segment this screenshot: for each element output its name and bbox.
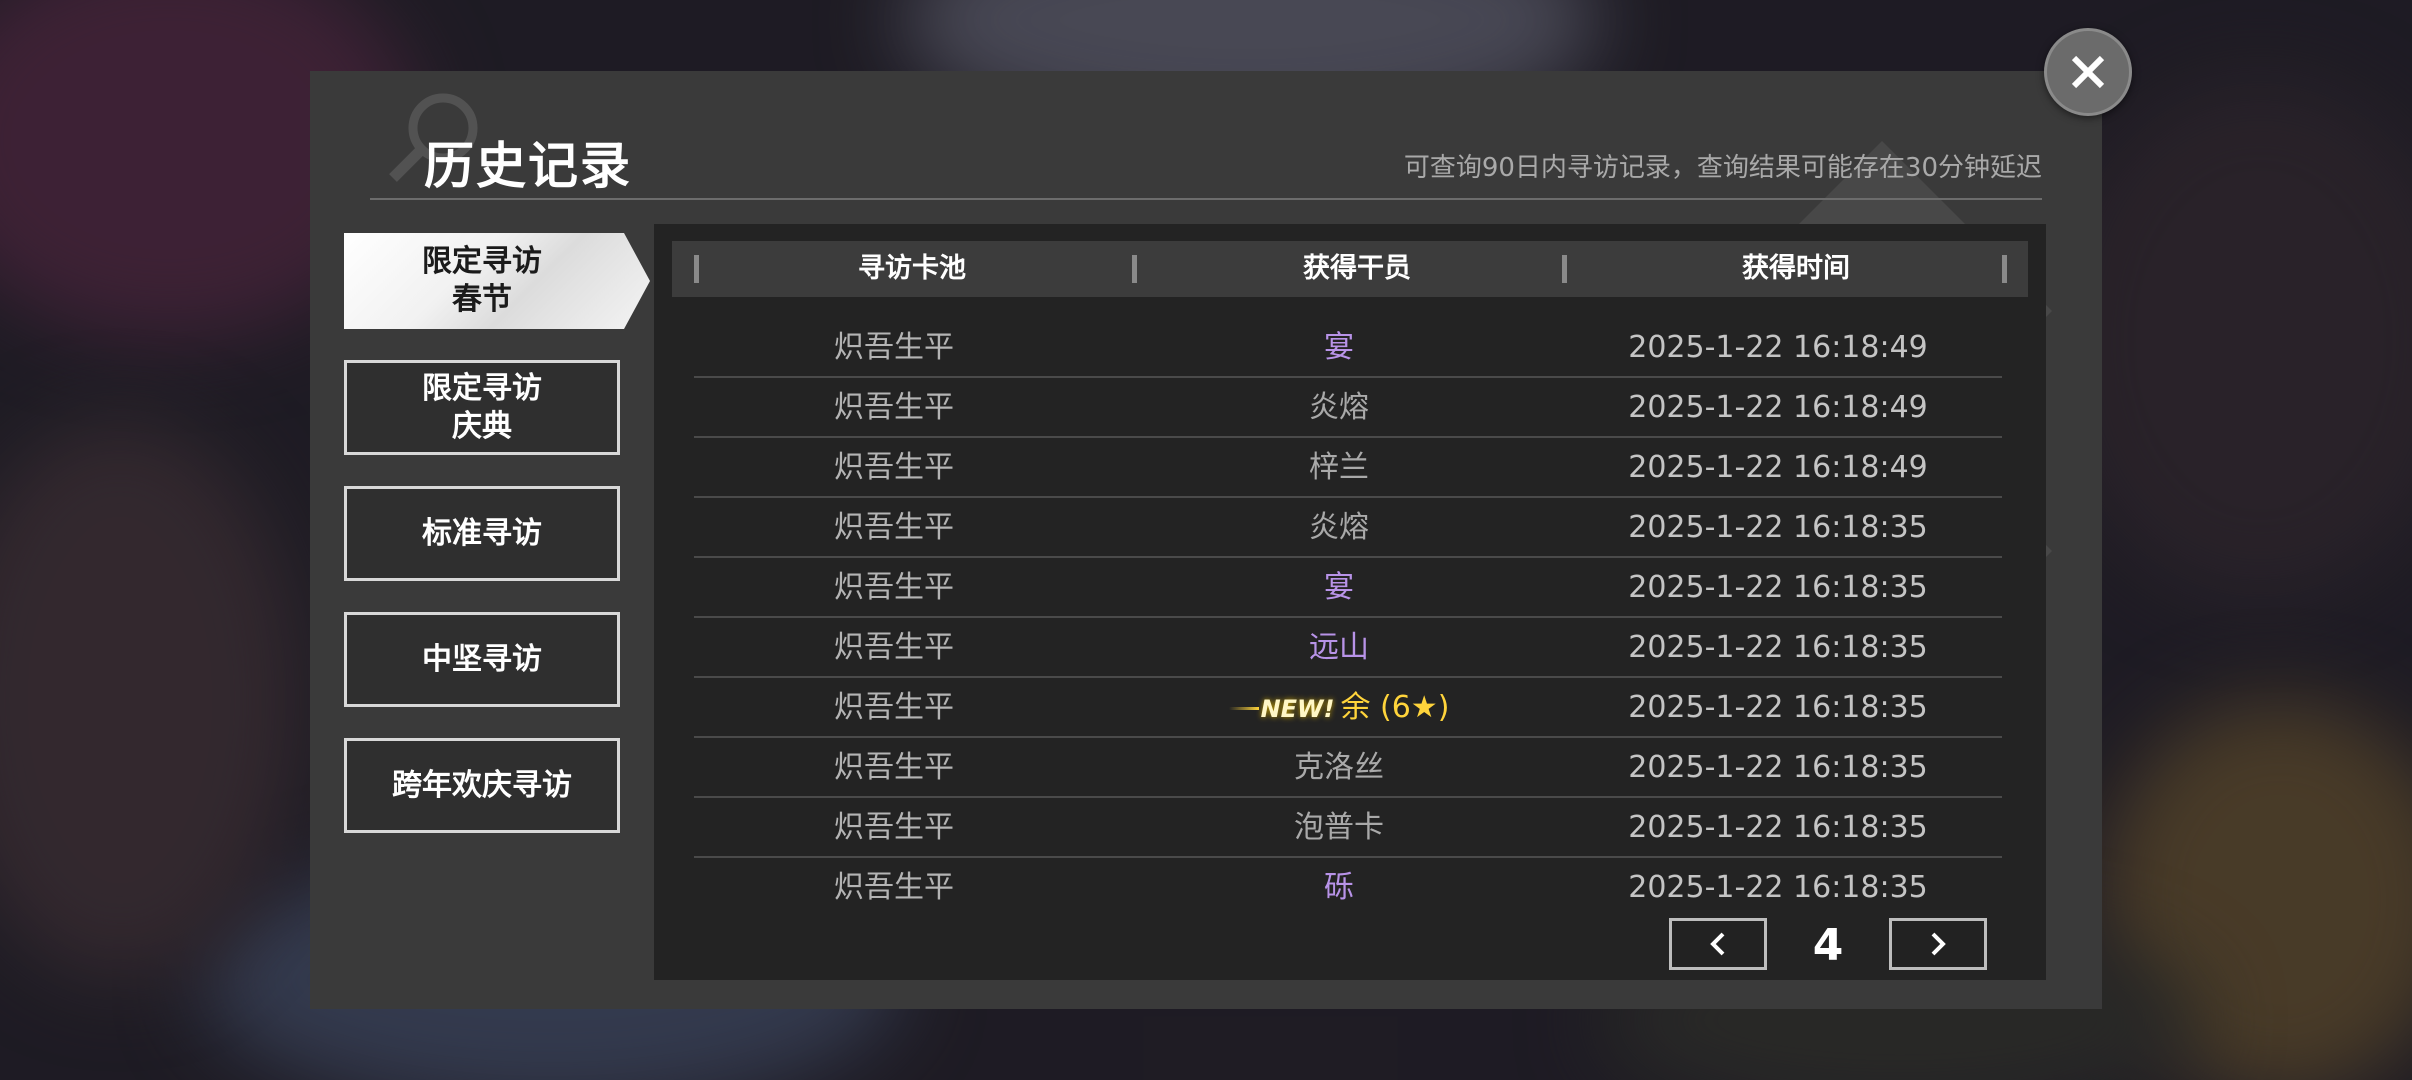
time-cell: 2025-1-22 16:18:49: [1628, 330, 1928, 365]
column-separator: [2002, 255, 2007, 283]
tab-limited-celebration[interactable]: 限定寻访 庆典: [344, 360, 620, 455]
time-cell: 2025-1-22 16:18:49: [1628, 390, 1928, 425]
next-page-button[interactable]: [1889, 918, 1987, 970]
column-separator: [694, 255, 699, 283]
column-header-time: 获得时间: [1742, 253, 1850, 284]
table-row: 炽吾生平 宴 2025-1-22 16:18:49: [694, 318, 2002, 378]
pool-cell: 炽吾生平: [834, 330, 954, 365]
operator-cell: 远山: [1309, 630, 1369, 665]
operator-cell: 宴: [1324, 570, 1354, 605]
pool-cell: 炽吾生平: [834, 510, 954, 545]
table-row: 炽吾生平 炎熔 2025-1-22 16:18:49: [694, 378, 2002, 438]
time-cell: 2025-1-22 16:18:35: [1628, 690, 1928, 725]
tab-kernel[interactable]: 中坚寻访: [344, 612, 620, 707]
close-icon: [2071, 55, 2105, 89]
tab-limited-spring-festival[interactable]: 限定寻访 春节: [344, 233, 650, 329]
title-divider: [370, 198, 2042, 200]
tab-new-year-celebration[interactable]: 跨年欢庆寻访: [344, 738, 620, 833]
pool-cell: 炽吾生平: [834, 630, 954, 665]
chevron-right-icon: [1931, 932, 1946, 956]
operator-cell: 泡普卡: [1294, 810, 1384, 845]
new-streak-decoration: [1228, 707, 1259, 710]
pool-cell: 炽吾生平: [834, 450, 954, 485]
operator-cell: 炎熔: [1309, 510, 1369, 545]
pool-cell: 炽吾生平: [834, 390, 954, 425]
operator-cell: 克洛丝: [1294, 750, 1384, 785]
new-badge: NEW!: [1260, 695, 1335, 723]
operator-cell: 梓兰: [1309, 450, 1369, 485]
time-cell: 2025-1-22 16:18:35: [1628, 510, 1928, 545]
time-cell: 2025-1-22 16:18:35: [1628, 570, 1928, 605]
table-row: 炽吾生平 宴 2025-1-22 16:18:35: [694, 558, 2002, 618]
time-cell: 2025-1-22 16:18:35: [1628, 630, 1928, 665]
page-number: 4: [1812, 920, 1844, 971]
table-header: 寻访卡池 获得干员 获得时间: [672, 241, 2028, 297]
time-cell: 2025-1-22 16:18:35: [1628, 750, 1928, 785]
time-cell: 2025-1-22 16:18:35: [1628, 810, 1928, 845]
column-separator: [1562, 255, 1567, 283]
operator-name: 余 (6★): [1340, 690, 1450, 725]
pool-cell: 炽吾生平: [834, 570, 954, 605]
close-button[interactable]: [2044, 28, 2132, 116]
time-cell: 2025-1-22 16:18:49: [1628, 450, 1928, 485]
history-dialog: 历史记录 可查询90日内寻访记录，查询结果可能存在30分钟延迟 限定寻访 春节 …: [310, 71, 2102, 1009]
operator-cell: 炎熔: [1309, 390, 1369, 425]
table-row: 炽吾生平 炎熔 2025-1-22 16:18:35: [694, 498, 2002, 558]
operator-cell: 砾: [1324, 870, 1354, 905]
query-hint: 可查询90日内寻访记录，查询结果可能存在30分钟延迟: [1403, 153, 2042, 183]
time-cell: 2025-1-22 16:18:35: [1628, 870, 1928, 905]
tab-standard[interactable]: 标准寻访: [344, 486, 620, 581]
table-row: 炽吾生平 砾 2025-1-22 16:18:35: [694, 858, 2002, 918]
column-header-pool: 寻访卡池: [858, 253, 966, 284]
table-row: 炽吾生平 远山 2025-1-22 16:18:35: [694, 618, 2002, 678]
table-row: 炽吾生平 NEW! 余 (6★) 2025-1-22 16:18:35: [694, 678, 2002, 738]
pool-cell: 炽吾生平: [834, 870, 954, 905]
pool-cell: 炽吾生平: [834, 750, 954, 785]
operator-cell-new: NEW! 余 (6★): [1124, 678, 1554, 738]
operator-cell: 宴: [1324, 330, 1354, 365]
chevron-left-icon: [1710, 932, 1725, 956]
prev-page-button[interactable]: [1669, 918, 1767, 970]
pool-cell: 炽吾生平: [834, 690, 954, 725]
column-header-operator: 获得干员: [1303, 253, 1411, 284]
column-separator: [1132, 255, 1137, 283]
page-title: 历史记录: [424, 137, 632, 195]
pool-cell: 炽吾生平: [834, 810, 954, 845]
table-row: 炽吾生平 克洛丝 2025-1-22 16:18:35: [694, 738, 2002, 798]
table-row: 炽吾生平 梓兰 2025-1-22 16:18:49: [694, 438, 2002, 498]
history-table: 寻访卡池 获得干员 获得时间 炽吾生平 宴 2025-1-22 16:18:49…: [654, 224, 2046, 980]
table-row: 炽吾生平 泡普卡 2025-1-22 16:18:35: [694, 798, 2002, 858]
